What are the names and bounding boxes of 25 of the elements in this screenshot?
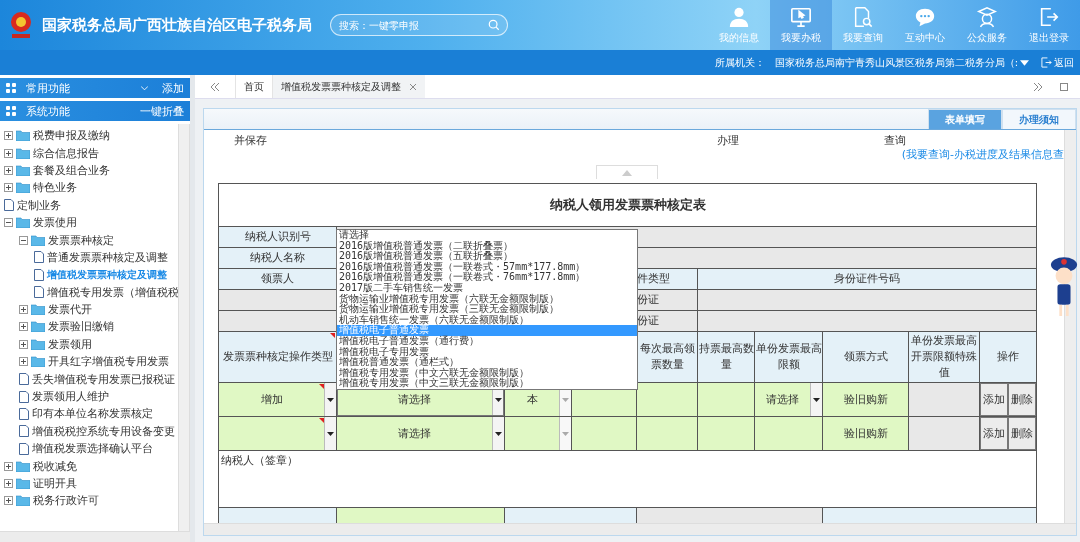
table-cell: 验旧购新 (843, 426, 888, 439)
column-header: 身份证件号码 (834, 272, 901, 284)
form-title: 纳税人领用发票票种核定表 (549, 197, 706, 212)
column-header: 每次最高领票数量 (639, 342, 695, 370)
column-header: 持票最高数量 (698, 342, 754, 370)
table-cell: 验旧购新 (843, 392, 888, 405)
field-label: 纳税人名称 (250, 251, 305, 263)
field-label: 领票人 (261, 272, 294, 284)
column-header: 单份发票最高开票限额特殊值 (911, 334, 977, 378)
section-title: 常用功能 (26, 80, 71, 96)
table-cell: 份证 (637, 293, 659, 305)
column-header: 操作 (997, 350, 1020, 363)
site-title: 国家税务总局广西壮族自治区电子税务局 (42, 15, 312, 35)
step-label: 办理 (717, 133, 739, 147)
signature-label: 纳税人（签章） (221, 454, 298, 466)
org-label: 所属机关： (714, 55, 765, 70)
table-cell: 份证 (637, 314, 659, 326)
field-label: 纳税人识别号 (244, 230, 311, 242)
column-header: 发票票种核定操作类型 (222, 350, 333, 363)
step-label: 查询 (884, 133, 906, 147)
column-header: 单份发票最高限额 (755, 342, 822, 370)
column-header: 领票方式 (843, 350, 888, 363)
section-title: 系统功能 (26, 103, 71, 119)
column-header: 件类型 (637, 272, 670, 284)
step-label: 并保存 (234, 133, 267, 147)
